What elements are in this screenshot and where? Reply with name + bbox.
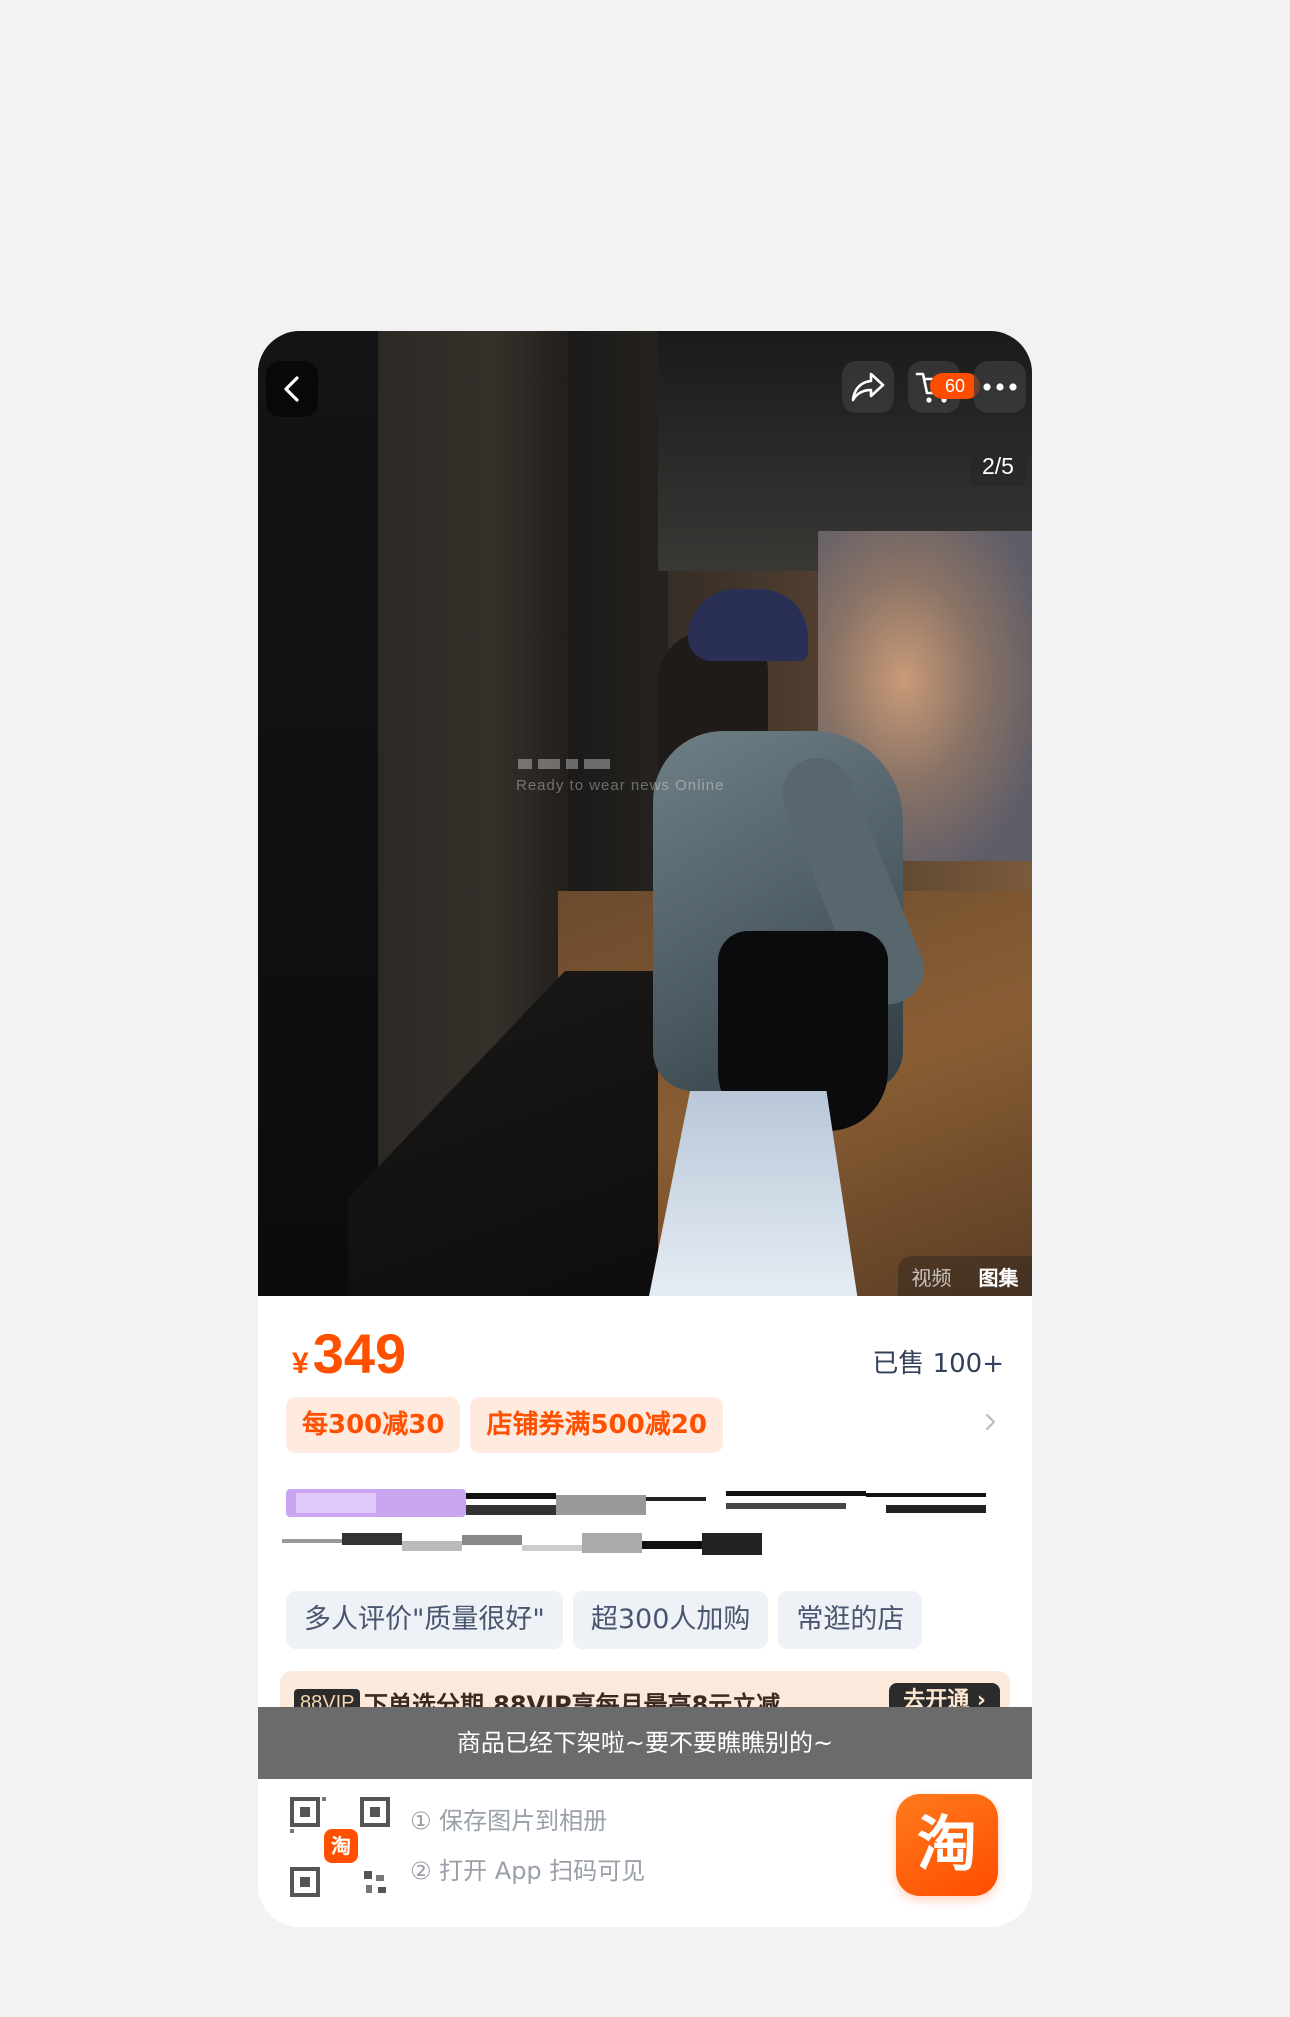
scan-step: ② 打开 App 扫码可见 <box>410 1857 646 1885</box>
qr-footer: 淘 ① 保存图片到相册 ② 打开 App 扫码可见 淘 <box>258 1779 1032 1927</box>
add-to-cart-tag[interactable]: 超300人加购 <box>572 1591 769 1649</box>
photo-watermark: Ready to wear news Online <box>516 759 746 794</box>
photo-wall <box>258 331 378 1296</box>
model-cap <box>688 589 808 661</box>
cart-count-badge: 60 <box>930 373 980 399</box>
share-button[interactable] <box>842 361 894 413</box>
watermark-text: Ready to wear news Online <box>516 777 725 794</box>
product-photo[interactable]: Ready to wear news Online 60 2/5 视频 图集 <box>258 331 1032 1296</box>
product-card: Ready to wear news Online 60 2/5 视频 图集 ¥… <box>258 331 1032 1927</box>
currency-symbol: ¥ <box>292 1347 309 1380</box>
save-image-step: ① 保存图片到相册 <box>410 1807 608 1835</box>
chevron-right-icon[interactable] <box>982 1413 1000 1431</box>
back-button[interactable] <box>266 361 318 417</box>
video-tab[interactable]: 视频 <box>912 1262 952 1291</box>
coupon-item[interactable]: 店铺券满500减20 <box>470 1397 723 1453</box>
coupon-item[interactable]: 每300减30 <box>286 1397 461 1453</box>
offline-notice: 商品已经下架啦~要不要瞧瞧别的~ <box>258 1707 1032 1779</box>
coupon-list[interactable]: 每300减30 店铺券满500减20 <box>286 1397 723 1453</box>
gallery-tab[interactable]: 图集 <box>979 1262 1019 1291</box>
taobao-app-logo[interactable]: 淘 <box>896 1794 998 1896</box>
share-icon <box>851 372 885 402</box>
media-switch: 视频 图集 <box>898 1256 1032 1296</box>
price-amount: 349 <box>312 1322 407 1385</box>
qr-taobao-logo: 淘 <box>324 1829 358 1863</box>
highlight-tags: 多人评价"质量很好" 超300人加购 常逛的店 <box>286 1591 923 1649</box>
frequent-shop-tag[interactable]: 常逛的店 <box>778 1591 923 1649</box>
watermark-logo <box>518 759 746 769</box>
more-icon <box>983 383 1017 391</box>
more-button[interactable] <box>974 361 1026 413</box>
sold-count: 已售 100+ <box>872 1349 1004 1379</box>
product-title-obscured <box>282 1533 762 1555</box>
back-arrow-icon <box>284 376 299 402</box>
price: ¥ 349 <box>292 1321 406 1386</box>
image-page-indicator: 2/5 <box>970 446 1026 486</box>
review-tag[interactable]: 多人评价"质量很好" <box>286 1591 563 1649</box>
product-title-obscured <box>286 1489 986 1517</box>
